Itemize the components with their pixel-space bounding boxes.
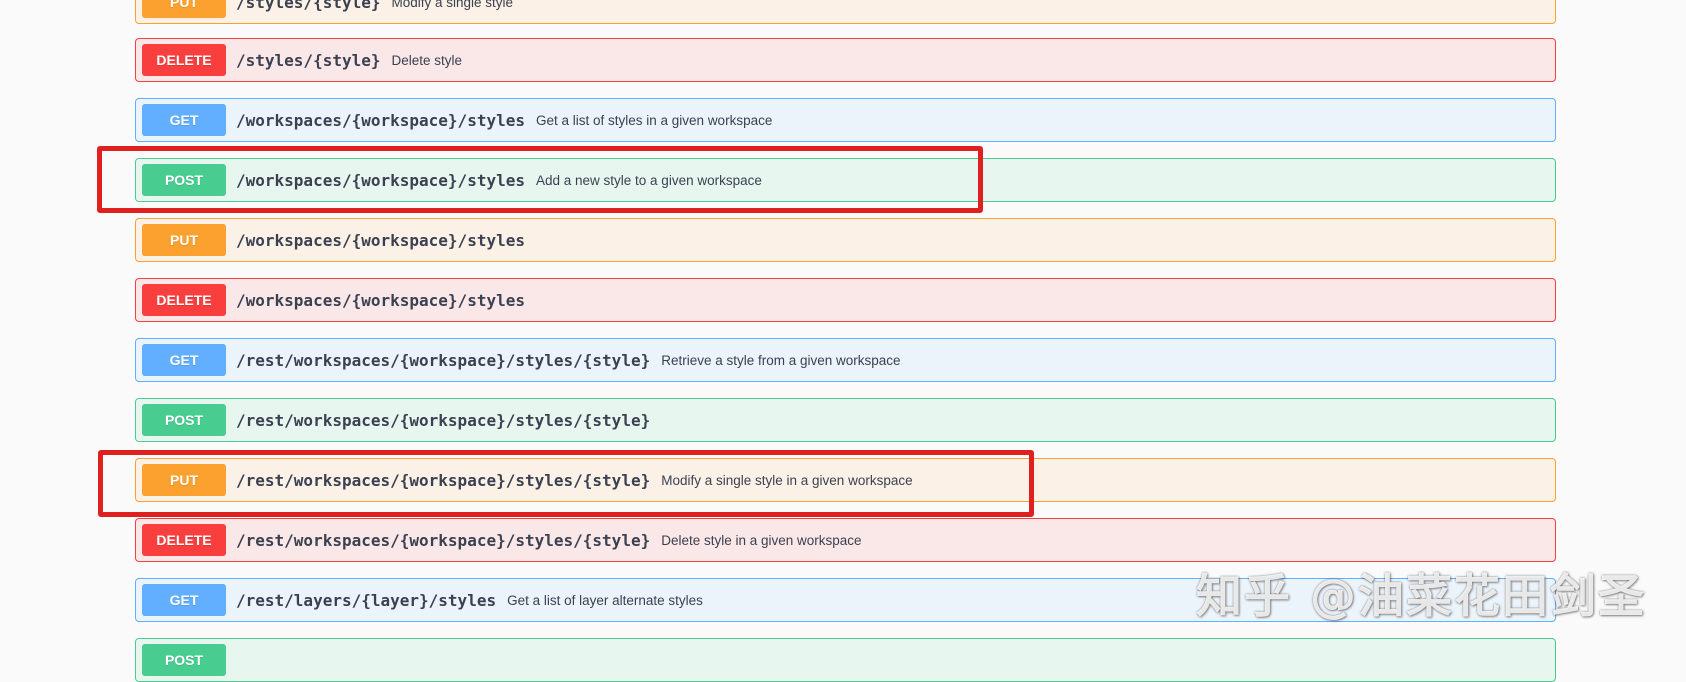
operation-summary: Delete style: [391, 52, 463, 68]
operation-row[interactable]: PUT /workspaces/{workspace}/styles: [135, 218, 1556, 262]
method-badge: POST: [142, 644, 226, 676]
operation-row[interactable]: DELETE /workspaces/{workspace}/styles: [135, 278, 1556, 322]
operation-row[interactable]: POST /workspaces/{workspace}/styles Add …: [135, 158, 1556, 202]
operation-summary: Get a list of layer alternate styles: [507, 592, 703, 608]
operation-row[interactable]: GET /rest/layers/{layer}/styles Get a li…: [135, 578, 1556, 622]
operation-row[interactable]: POST /rest/workspaces/{workspace}/styles…: [135, 398, 1556, 442]
method-badge: DELETE: [142, 524, 226, 556]
operation-path: /workspaces/{workspace}/styles: [236, 230, 525, 250]
operation-path: /rest/workspaces/{workspace}/styles/{sty…: [236, 530, 651, 550]
method-badge: DELETE: [142, 44, 226, 76]
operation-row[interactable]: GET /workspaces/{workspace}/styles Get a…: [135, 98, 1556, 142]
operation-path: /rest/workspaces/{workspace}/styles/{sty…: [236, 410, 651, 430]
operation-row[interactable]: PUT /rest/workspaces/{workspace}/styles/…: [135, 458, 1556, 502]
operation-summary: Modify a single style: [391, 0, 514, 10]
method-badge: PUT: [142, 224, 226, 256]
method-badge: DELETE: [142, 284, 226, 316]
method-badge: PUT: [142, 0, 226, 18]
operation-summary: Retrieve a style from a given workspace: [661, 352, 901, 368]
method-badge: GET: [142, 104, 226, 136]
method-badge: POST: [142, 404, 226, 436]
method-badge: POST: [142, 164, 226, 196]
operation-path: /styles/{style}: [236, 0, 381, 12]
operation-path: /rest/workspaces/{workspace}/styles/{sty…: [236, 470, 651, 490]
operation-summary: Modify a single style in a given workspa…: [661, 472, 913, 488]
method-badge: PUT: [142, 464, 226, 496]
operation-row[interactable]: POST: [135, 638, 1556, 682]
operation-summary: Add a new style to a given workspace: [535, 172, 762, 188]
operation-summary: Delete style in a given workspace: [661, 532, 862, 548]
method-badge: GET: [142, 584, 226, 616]
method-badge: GET: [142, 344, 226, 376]
operation-row[interactable]: GET /rest/workspaces/{workspace}/styles/…: [135, 338, 1556, 382]
operation-row[interactable]: DELETE /rest/workspaces/{workspace}/styl…: [135, 518, 1556, 562]
operation-row[interactable]: PUT /styles/{style} Modify a single styl…: [135, 0, 1556, 24]
operation-path: /workspaces/{workspace}/styles: [236, 290, 525, 310]
operation-path: /workspaces/{workspace}/styles: [236, 170, 525, 190]
operation-path: /rest/workspaces/{workspace}/styles/{sty…: [236, 350, 651, 370]
operation-summary: Get a list of styles in a given workspac…: [535, 112, 773, 128]
operation-path: /rest/layers/{layer}/styles: [236, 590, 497, 610]
operation-path: /styles/{style}: [236, 50, 381, 70]
operation-row[interactable]: DELETE /styles/{style} Delete style: [135, 38, 1556, 82]
operation-path: /workspaces/{workspace}/styles: [236, 110, 525, 130]
